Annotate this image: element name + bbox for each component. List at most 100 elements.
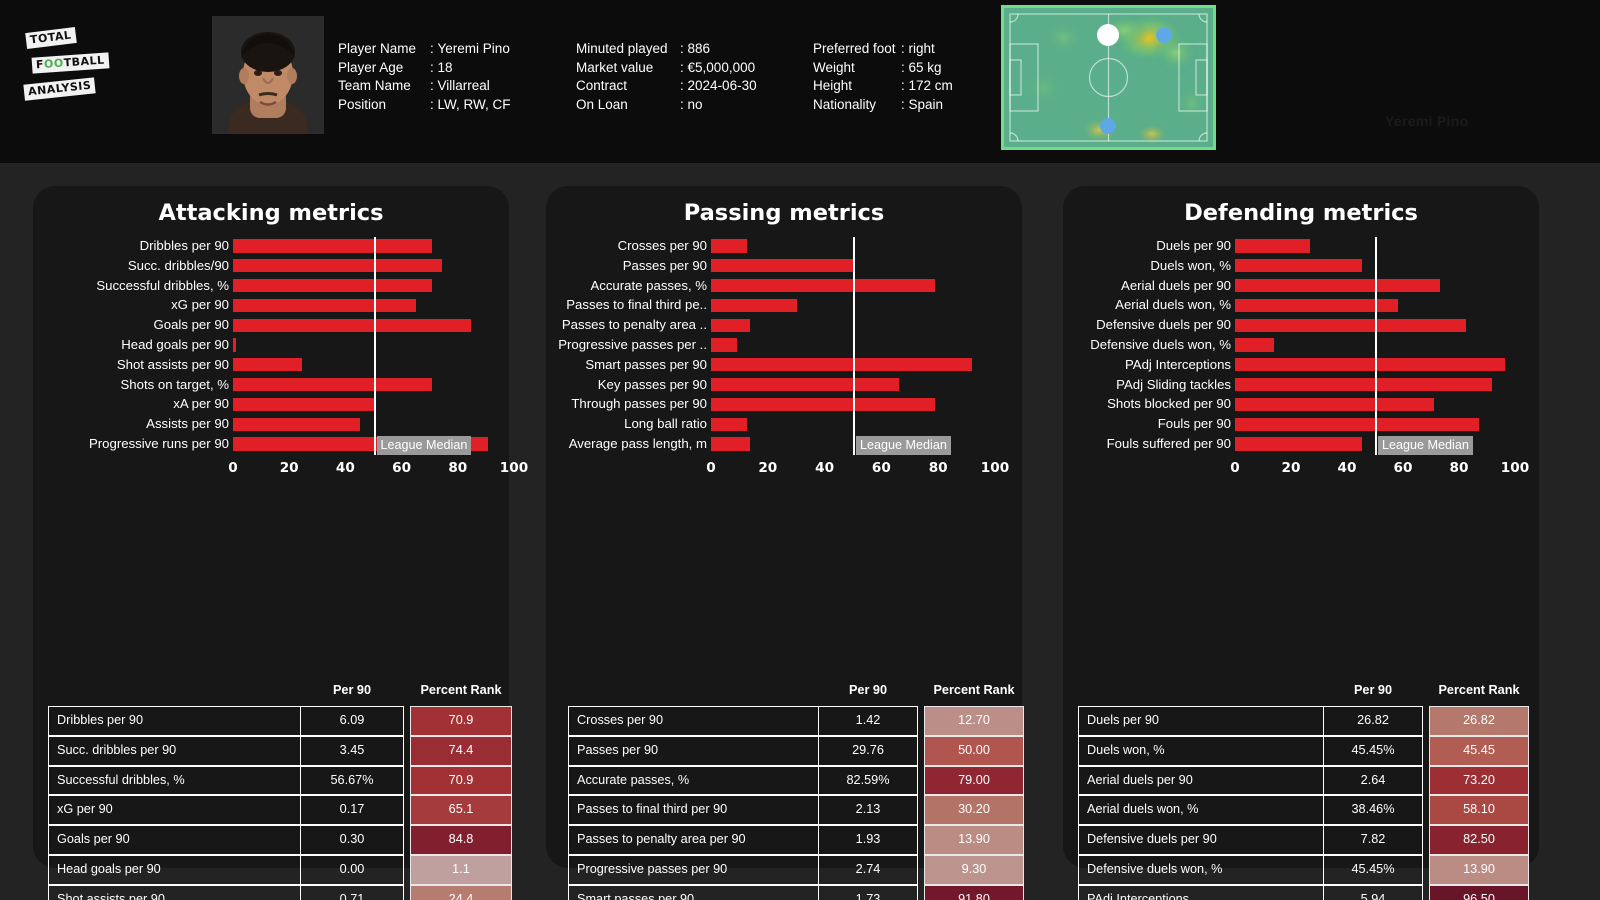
cell-per90-value: 0.17	[300, 795, 404, 826]
cell-metric-name: Aerial duels won, %	[1078, 795, 1323, 826]
table-row: Passes to penalty area per 90 1.93 13.90	[568, 825, 1024, 855]
cell-per90-value: 45.45%	[1323, 735, 1423, 766]
metric-bar	[711, 318, 751, 332]
bar-row: Assists per 90	[33, 414, 509, 434]
bar-row: Shots blocked per 90	[1063, 394, 1539, 414]
metric-bar	[711, 358, 972, 372]
info-row: Contract: 2024-06-30	[576, 78, 757, 93]
info-row: Height: 172 cm	[813, 78, 953, 93]
bar-row: Duels won, %	[1063, 256, 1539, 276]
passing-stats-table: Crosses per 90 1.42 12.70 Passes per 90 29.7…	[568, 706, 1024, 900]
cell-metric-name: Defensive duels per 90	[1078, 825, 1323, 855]
x-axis-tick: 100	[1500, 459, 1530, 476]
cell-percent-rank: 30.20	[924, 795, 1024, 826]
x-axis-tick: 100	[980, 459, 1010, 476]
cell-percent-rank: 84.8	[410, 825, 512, 855]
info-row: Preferred foot: right	[813, 41, 935, 56]
logo-line-total: TOTAL	[25, 27, 77, 49]
bar-category-label: Shots on target, %	[120, 376, 230, 392]
header-bar: TOTAL FOOTBALL ANALYSIS Player Name: Ye…	[0, 0, 1600, 163]
cell-percent-rank: 26.82	[1429, 706, 1529, 736]
player-photo	[212, 16, 324, 134]
defending-metrics-card: Defending metrics Duels per 90 Duels won,…	[1063, 186, 1539, 900]
cell-percent-rank: 13.90	[1429, 854, 1529, 885]
avg-position-dot	[1097, 24, 1119, 46]
cell-percent-rank: 82.50	[1429, 825, 1529, 855]
attacking-metrics-card: Attacking metrics Dribbles per 90 Succ. d…	[33, 186, 528, 900]
metric-bar	[1235, 377, 1493, 392]
bar-category-label: Fouls suffered per 90	[1106, 435, 1231, 451]
bar-row: PAdj Interceptions	[1063, 355, 1539, 375]
cell-per90-value: 1.93	[818, 825, 918, 855]
table-row: Head goals per 90 0.00 1.1	[48, 854, 512, 885]
x-axis-tick: 60	[871, 459, 891, 476]
bar-category-label: Dribbles per 90	[139, 238, 229, 253]
info-row: Player Age: 18	[338, 59, 453, 75]
cell-percent-rank: 96.50	[1429, 884, 1529, 900]
cell-percent-rank: 9.30	[924, 854, 1024, 885]
metric-bar	[711, 338, 738, 352]
cell-per90-value: 0.71	[300, 884, 404, 900]
bar-row: Aerial duels won, %	[1063, 295, 1539, 315]
info-row: Position: LW, RW, CF	[338, 96, 511, 112]
metric-bar	[1235, 358, 1506, 372]
heatmap-canvas	[1004, 8, 1213, 147]
col-header-percent-rank: Percent Rank	[1438, 683, 1520, 697]
bar-row: Accurate passes, %	[546, 276, 1022, 296]
info-row: On Loan: no	[576, 96, 703, 112]
league-median-label: League Median	[1378, 435, 1473, 455]
x-axis-tick: 0	[1230, 459, 1240, 476]
metric-bar	[1235, 278, 1440, 293]
table-row: Aerial duels won, % 38.46% 58.10	[1078, 795, 1529, 826]
bar-row: xA per 90	[33, 394, 509, 414]
bar-row: Defensive duels per 90	[1063, 315, 1539, 335]
cell-per90-value: 7.82	[1323, 825, 1423, 855]
cell-metric-name: Duels per 90	[1078, 706, 1323, 736]
x-axis-tick: 60	[392, 459, 412, 476]
bar-row: Successful dribbles, %	[33, 276, 509, 296]
bar-category-label: Defensive duels won, %	[1090, 336, 1231, 352]
cell-percent-rank: 12.70	[924, 706, 1024, 736]
cell-per90-value: 5.94	[1323, 884, 1423, 900]
x-axis-tick: 80	[928, 459, 948, 476]
metric-bar	[1235, 239, 1311, 253]
logo-line-football: FOOTBALL	[31, 52, 110, 74]
info-row: Minuted played: 886	[576, 41, 711, 56]
table-row: Shot assists per 90 0.71 24.4	[48, 884, 512, 900]
cell-metric-name: Crosses per 90	[568, 706, 818, 736]
table-row: Defensive duels per 90 7.82 82.50	[1078, 825, 1529, 855]
bar-category-label: Accurate passes, %	[590, 277, 707, 293]
info-row: Player Name: Yeremi Pino	[338, 41, 510, 56]
bar-row: xG per 90	[33, 295, 509, 315]
metric-bar	[233, 358, 302, 372]
cell-per90-value: 1.42	[818, 706, 918, 736]
card-title: Attacking metrics	[158, 200, 384, 226]
bar-row: Defensive duels won, %	[1063, 335, 1539, 355]
x-axis-tick: 20	[279, 459, 299, 476]
table-row: Accurate passes, % 82.59% 79.00	[568, 765, 1024, 796]
metric-bar	[233, 318, 472, 332]
cell-percent-rank: 70.9	[410, 706, 512, 736]
league-median-line	[373, 237, 376, 455]
bar-category-label: Fouls per 90	[1157, 416, 1231, 432]
cell-per90-value: 2.64	[1323, 765, 1423, 796]
cell-metric-name: Duels won, %	[1078, 735, 1323, 766]
defending-bar-chart: Duels per 90 Duels won, % Aerial duels per…	[1063, 236, 1539, 479]
bar-category-label: Succ. dribbles/90	[127, 257, 229, 273]
cell-percent-rank: 58.10	[1429, 795, 1529, 826]
passing-table-header: Per 90 Percent Rank	[568, 683, 1024, 703]
x-axis-tick: 20	[1281, 459, 1301, 476]
metric-bar	[711, 278, 936, 293]
bar-category-label: Aerial duels won, %	[1115, 297, 1231, 313]
table-row: Succ. dribbles per 90 3.45 74.4	[48, 735, 512, 766]
cell-percent-rank: 1.1	[410, 854, 512, 885]
bar-category-label: Shot assists per 90	[116, 356, 229, 372]
info-row: Weight: 65 kg	[813, 59, 942, 75]
bar-row: Progressive passes per ..	[546, 335, 1022, 355]
col-header-per90: Per 90	[332, 683, 372, 697]
bar-category-label: Successful dribbles, %	[96, 277, 229, 293]
brand-logo: TOTAL FOOTBALL ANALYSIS	[22, 27, 114, 114]
cell-per90-value: 2.74	[818, 854, 918, 885]
metric-bar	[233, 377, 433, 392]
metric-bar	[233, 417, 361, 431]
